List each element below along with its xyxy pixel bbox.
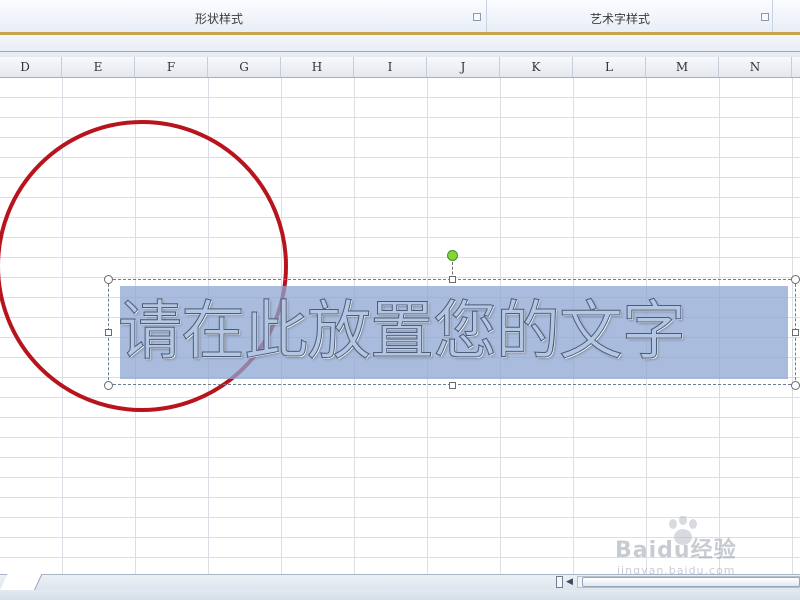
resize-handle-top-left[interactable]	[104, 275, 113, 284]
column-header-i[interactable]: I	[354, 57, 427, 77]
formula-bar-divider	[0, 51, 800, 52]
ribbon-group-separator	[486, 0, 487, 32]
sheet-tab[interactable]	[0, 574, 43, 590]
column-header-m[interactable]: M	[646, 57, 719, 77]
resize-handle-top[interactable]	[449, 276, 456, 283]
scroll-left-arrow-icon[interactable]: ◀	[566, 577, 573, 587]
column-header-k[interactable]: K	[500, 57, 573, 77]
formula-bar-area	[0, 35, 800, 57]
column-header-l[interactable]: L	[573, 57, 646, 77]
shape-styles-dialog-launcher-icon[interactable]	[473, 13, 481, 21]
ribbon-group-strip: 形状样式 艺术字样式	[0, 0, 800, 32]
column-header-j[interactable]: J	[427, 57, 500, 77]
resize-handle-top-right[interactable]	[791, 275, 800, 284]
resize-handle-left[interactable]	[105, 329, 112, 336]
column-header-d[interactable]: D	[0, 57, 62, 77]
tab-split-handle[interactable]	[556, 576, 563, 588]
watermark-brand: Baidu经验	[615, 538, 737, 563]
horizontal-scrollbar-thumb[interactable]	[582, 577, 800, 587]
column-header-row: D E F G H I J K L M N	[0, 57, 800, 78]
baidu-jingyan-watermark: Baidu经验 jingyan.baidu.com	[615, 516, 795, 580]
resize-handle-bottom[interactable]	[449, 382, 456, 389]
ribbon-group-separator	[772, 0, 773, 32]
wordart-bounding-box[interactable]	[108, 279, 796, 385]
rotation-handle[interactable]	[447, 250, 458, 261]
wordart-styles-dialog-launcher-icon[interactable]	[761, 13, 769, 21]
column-header-f[interactable]: F	[135, 57, 208, 77]
column-header-g[interactable]: G	[208, 57, 281, 77]
shape-styles-group-label: 形状样式	[195, 12, 244, 26]
column-header-n[interactable]: N	[719, 57, 792, 77]
status-bar	[0, 590, 800, 600]
resize-handle-bottom-left[interactable]	[104, 381, 113, 390]
column-header-e[interactable]: E	[62, 57, 135, 77]
resize-handle-bottom-right[interactable]	[791, 381, 800, 390]
resize-handle-right[interactable]	[792, 329, 799, 336]
column-header-h[interactable]: H	[281, 57, 354, 77]
wordart-styles-group-label: 艺术字样式	[590, 12, 651, 26]
